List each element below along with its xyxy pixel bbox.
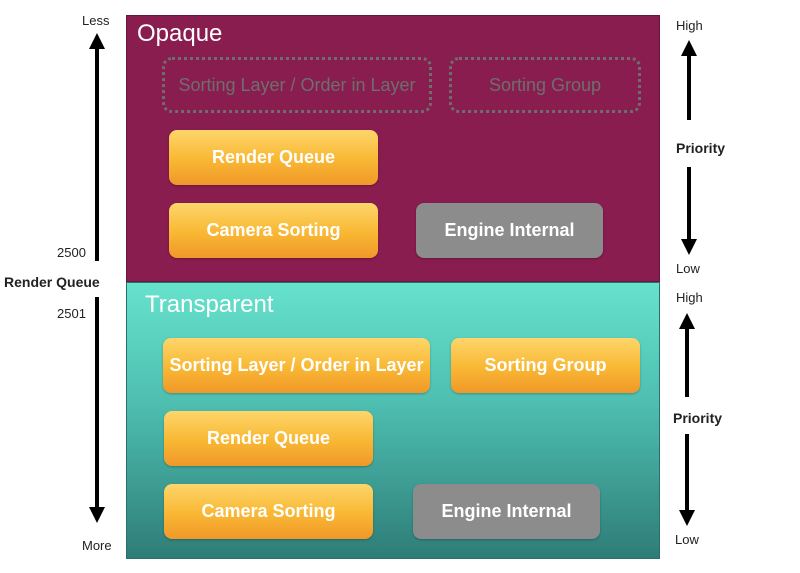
transparent-priority-high: High <box>676 290 703 305</box>
opaque-priority-low: Low <box>676 261 700 276</box>
left-axis-top-label: Less <box>82 13 110 28</box>
transparent-priority-label: Priority <box>673 410 723 426</box>
opaque-sorting-group-ghost: Sorting Group <box>449 57 641 113</box>
left-axis-up-arrow <box>89 33 105 261</box>
opaque-sorting-layer-ghost: Sorting Layer / Order in Layer <box>162 57 432 113</box>
transparent-sorting-layer-box: Sorting Layer / Order in Layer <box>163 338 430 393</box>
opaque-priority-label: Priority <box>676 140 726 156</box>
transparent-panel: Transparent Sorting Layer / Order in Lay… <box>126 282 660 559</box>
transparent-engine-internal-box: Engine Internal <box>413 484 600 539</box>
opaque-panel: Opaque Sorting Layer / Order in Layer So… <box>126 15 660 282</box>
transparent-camera-sorting-box: Camera Sorting <box>164 484 373 539</box>
opaque-priority-high: High <box>676 18 703 33</box>
transparent-priority-low: Low <box>675 532 699 547</box>
left-axis-title: Render Queue <box>4 274 100 290</box>
transparent-priority-up-arrow <box>679 313 695 397</box>
opaque-priority-down-arrow <box>681 167 697 255</box>
transparent-sorting-group-box: Sorting Group <box>451 338 640 393</box>
left-axis-down-arrow <box>89 297 105 523</box>
left-axis-split-bottom-value: 2501 <box>57 306 86 321</box>
opaque-priority-up-arrow <box>681 40 697 120</box>
opaque-engine-internal-box: Engine Internal <box>416 203 603 258</box>
transparent-title: Transparent <box>145 291 274 318</box>
transparent-render-queue-box: Render Queue <box>164 411 373 466</box>
left-axis-split-top-value: 2500 <box>57 245 86 260</box>
opaque-title: Opaque <box>137 20 223 47</box>
transparent-priority-down-arrow <box>679 434 695 526</box>
opaque-render-queue-box: Render Queue <box>169 130 378 185</box>
left-axis-bottom-label: More <box>82 538 112 553</box>
opaque-camera-sorting-box: Camera Sorting <box>169 203 378 258</box>
